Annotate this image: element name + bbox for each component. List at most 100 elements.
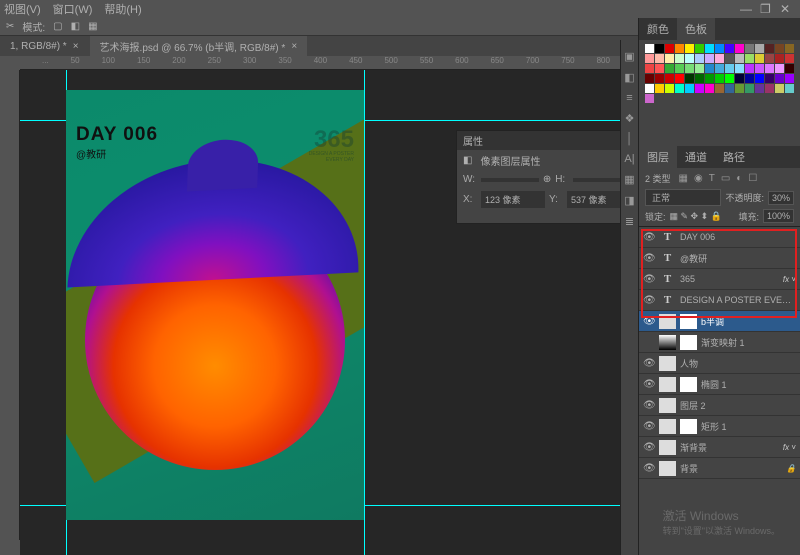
swatch[interactable] <box>705 74 714 83</box>
swatch[interactable] <box>745 54 754 63</box>
swatch[interactable] <box>685 44 694 53</box>
swatch[interactable] <box>755 64 764 73</box>
swatch[interactable] <box>675 74 684 83</box>
swatch[interactable] <box>735 44 744 53</box>
w-field[interactable] <box>481 178 539 182</box>
layer-row[interactable]: 渐变映射 1 <box>639 332 800 353</box>
maximize-button[interactable]: ❐ <box>760 2 770 16</box>
visibility-icon[interactable]: 👁 <box>643 316 655 327</box>
layer-fx-badge[interactable]: 🔒 <box>786 464 796 473</box>
layer-fx-badge[interactable]: fx ˅ <box>783 443 796 452</box>
swatch[interactable] <box>665 84 674 93</box>
blend-mode[interactable]: 正常 <box>645 189 721 206</box>
layer-row[interactable]: 👁TDESIGN A POSTER EVERY DAY <box>639 290 800 311</box>
swatch[interactable] <box>785 84 794 93</box>
swatch[interactable] <box>675 64 684 73</box>
tab-paths[interactable]: 路径 <box>715 146 753 168</box>
visibility-icon[interactable]: 👁 <box>643 274 655 285</box>
panel-icon[interactable]: │ <box>626 133 633 145</box>
swatch[interactable] <box>765 44 774 53</box>
visibility-icon[interactable]: 👁 <box>643 421 655 432</box>
swatch[interactable] <box>665 74 674 83</box>
swatch[interactable] <box>765 54 774 63</box>
swatch[interactable] <box>745 64 754 73</box>
swatch[interactable] <box>645 94 654 103</box>
swatch[interactable] <box>745 74 754 83</box>
close-button[interactable]: ✕ <box>780 2 790 16</box>
swatch[interactable] <box>645 44 654 53</box>
mode-opt-1[interactable]: ▢ <box>53 21 62 32</box>
layer-name[interactable]: 人物 <box>680 357 796 370</box>
swatch[interactable] <box>765 84 774 93</box>
swatch[interactable] <box>655 74 664 83</box>
filter-icon[interactable]: ◉ <box>694 173 703 184</box>
swatch[interactable] <box>725 64 734 73</box>
tab-swatches[interactable]: 色板 <box>677 18 715 40</box>
filter-icon[interactable]: ☐ <box>748 173 757 184</box>
swatch[interactable] <box>715 54 724 63</box>
properties-panel[interactable]: 属性 ◧像素图层属性 W: ⊕ H: X: 123 像素 Y: 537 像素 <box>456 130 620 224</box>
swatch[interactable] <box>755 44 764 53</box>
swatch[interactable] <box>695 84 704 93</box>
tab-close-icon[interactable]: × <box>291 41 297 52</box>
swatch[interactable] <box>685 74 694 83</box>
layer-name[interactable]: 背景 <box>680 462 782 475</box>
swatch[interactable] <box>685 84 694 93</box>
menu-view[interactable]: 视图(V) <box>4 1 41 17</box>
doc-tab-2[interactable]: 艺术海报.psd @ 66.7% (b半调, RGB/8#) * × <box>90 36 308 57</box>
swatch[interactable] <box>775 54 784 63</box>
tab-color[interactable]: 颜色 <box>639 18 677 40</box>
mode-opt-3[interactable]: ▦ <box>88 21 97 32</box>
layer-fx-badge[interactable]: fx ˅ <box>783 275 796 284</box>
fill-field[interactable]: 100% <box>763 209 794 223</box>
swatch[interactable] <box>785 54 794 63</box>
panel-icon[interactable]: ❖ <box>625 112 635 125</box>
swatch[interactable] <box>755 84 764 93</box>
swatch[interactable] <box>735 84 744 93</box>
visibility-icon[interactable]: 👁 <box>643 295 655 306</box>
layer-row[interactable]: 👁渐背景fx ˅ <box>639 437 800 458</box>
doc-tab-1[interactable]: 1, RGB/8#) * × <box>0 38 89 55</box>
swatch[interactable] <box>775 64 784 73</box>
mode-opt-2[interactable]: ◧ <box>71 21 80 32</box>
visibility-icon[interactable]: 👁 <box>643 358 655 369</box>
menu-help[interactable]: 帮助(H) <box>104 1 141 17</box>
swatch[interactable] <box>705 84 714 93</box>
swatch[interactable] <box>655 84 664 93</box>
swatch[interactable] <box>715 44 724 53</box>
swatch[interactable] <box>655 44 664 53</box>
minimize-button[interactable]: — <box>740 2 750 16</box>
ruler-vertical[interactable] <box>0 70 20 540</box>
layer-row[interactable]: 👁 人物 <box>639 353 800 374</box>
layer-row[interactable]: 👁TDAY 006 <box>639 227 800 248</box>
layer-row[interactable]: 👁T365fx ˅ <box>639 269 800 290</box>
swatch[interactable] <box>765 74 774 83</box>
filter-icon[interactable]: ◐ <box>736 173 742 184</box>
layer-row[interactable]: 👁T@教研 <box>639 248 800 269</box>
panel-icon[interactable]: ≡ <box>626 92 632 104</box>
layer-name[interactable]: 图层 2 <box>680 399 796 412</box>
visibility-icon[interactable]: 👁 <box>643 253 655 264</box>
layer-row[interactable]: 👁图层 2 <box>639 395 800 416</box>
swatch[interactable] <box>725 44 734 53</box>
swatch[interactable] <box>665 64 674 73</box>
guide-vertical[interactable] <box>364 70 365 555</box>
swatch[interactable] <box>775 44 784 53</box>
filter-kind[interactable]: 2 类型 <box>645 172 671 185</box>
h-field[interactable] <box>573 178 620 182</box>
swatch[interactable] <box>695 64 704 73</box>
swatch[interactable] <box>725 74 734 83</box>
filter-icon[interactable]: T <box>709 173 715 184</box>
filter-icon[interactable]: ▭ <box>721 173 730 184</box>
menu-window[interactable]: 窗口(W) <box>53 1 93 17</box>
swatch[interactable] <box>755 74 764 83</box>
tab-layers[interactable]: 图层 <box>639 146 677 168</box>
swatch[interactable] <box>715 64 724 73</box>
lock-icons[interactable]: ▦ ✎ ✥ ⬍ 🔒 <box>670 211 722 222</box>
panel-icon[interactable]: ◨ <box>624 194 634 207</box>
panel-icon[interactable]: ≣ <box>625 215 634 228</box>
y-field[interactable]: 537 像素 <box>567 191 620 208</box>
canvas[interactable]: DAY 006 @教研 365 DESIGN A POSTEREVERY DAY… <box>20 70 620 555</box>
swatch[interactable] <box>725 54 734 63</box>
ruler-horizontal[interactable]: ...5010015020025030035040045050055060065… <box>20 56 620 70</box>
